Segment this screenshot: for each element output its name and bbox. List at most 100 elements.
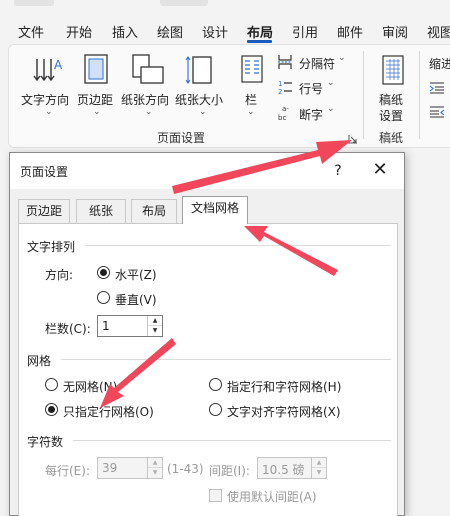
tab-file[interactable]: 文件	[18, 22, 44, 41]
svg-text:a-: a-	[282, 105, 289, 113]
ribbon-panel: A 文字方向 ⌄ 页边距 ⌄ 纸张方向 ⌄ 纸张大小 ⌄ 栏 ⌄ 分隔符 ⌄ 1…	[8, 44, 450, 148]
chevron-down-icon: ⌄	[93, 107, 101, 117]
line-numbers-label: 行号	[299, 82, 324, 96]
columns-count-stepper[interactable]: 1 ▲ ▼	[97, 315, 163, 337]
columns-count-value: 1	[102, 319, 110, 333]
vertical-label[interactable]: 垂直(V)	[115, 291, 157, 308]
dialog-launcher-icon	[348, 135, 357, 144]
tab-review[interactable]: 审阅	[382, 22, 408, 41]
snap-to-char-grid-label[interactable]: 文字对齐字符网格(X)	[227, 403, 341, 420]
tab-design[interactable]: 设计	[202, 22, 228, 41]
orientation-label: 纸张方向	[121, 93, 170, 107]
active-tab-indicator	[247, 40, 272, 43]
characters-section-label: 字符数	[27, 435, 64, 449]
orientation-icon	[132, 54, 164, 84]
tab-layout[interactable]: 布局	[131, 199, 177, 223]
decrement-arrow-icon[interactable]: ▼	[148, 326, 162, 336]
increment-arrow-icon[interactable]: ▲	[312, 458, 326, 468]
svg-text:bc: bc	[278, 114, 286, 121]
tab-document-grid[interactable]: 文档网格	[182, 196, 248, 224]
columns-label: 栏	[245, 93, 258, 107]
toolbar-fragment	[14, 0, 54, 6]
help-button[interactable]: ?	[326, 159, 350, 183]
chars-per-line-range: (1-43)	[167, 462, 204, 476]
increment-arrow-icon[interactable]: ▲	[148, 458, 162, 468]
tab-home[interactable]: 开始	[66, 22, 92, 41]
chars-per-line-label: 每行(E):	[45, 464, 90, 478]
tab-draw[interactable]: 绘图	[157, 22, 183, 41]
chevron-down-icon: ⌄	[327, 104, 335, 114]
stepper-buttons: ▲ ▼	[311, 458, 326, 478]
chevron-down-icon: ⌄	[327, 78, 335, 88]
chars-per-line-value: 39	[102, 461, 118, 475]
use-default-pitch-checkbox[interactable]	[209, 489, 222, 502]
indent-right-icon[interactable]	[429, 105, 445, 119]
dialog-title: 页面设置	[20, 165, 69, 179]
tab-margins[interactable]: 页边距	[18, 199, 70, 223]
snap-to-char-grid-radio[interactable]	[209, 403, 222, 416]
stepper-buttons: ▲ ▼	[147, 458, 162, 478]
line-numbers-icon: 1 2	[278, 80, 292, 95]
text-direction-label: 文字方向	[21, 93, 70, 107]
tab-mailings[interactable]: 邮件	[337, 22, 363, 41]
manuscript-icon	[382, 55, 404, 85]
line-grid-only-radio[interactable]	[45, 403, 58, 416]
chars-per-line-stepper[interactable]: 39 ▲ ▼	[97, 457, 163, 479]
hyphenation-label: 断字	[299, 108, 324, 122]
line-and-char-grid-radio[interactable]	[209, 378, 222, 391]
page-setup-group-label: 页面设置	[157, 131, 206, 145]
tab-references[interactable]: 引用	[292, 22, 318, 41]
manuscript-group-label: 稿纸	[379, 131, 404, 145]
line-and-char-grid-label[interactable]: 指定行和字符网格(H)	[227, 378, 341, 395]
chevron-down-icon: ⌄	[338, 53, 346, 63]
indent-left-icon[interactable]	[429, 81, 445, 95]
stepper-buttons: ▲ ▼	[147, 316, 162, 336]
tab-view[interactable]: 视图	[427, 22, 450, 41]
margins-icon	[84, 54, 108, 84]
section-divider	[61, 359, 391, 360]
line-grid-only-label[interactable]: 只指定行网格(O)	[63, 403, 154, 420]
dialog-titlebar: 页面设置 ? ✕	[10, 153, 404, 189]
ribbon-tab-bar: 文件 开始 插入 绘图 设计 布局 引用 邮件 审阅 视图	[0, 0, 450, 44]
chevron-down-icon: ⌄	[199, 107, 207, 117]
section-divider	[73, 440, 391, 441]
margins-label: 页边距	[77, 93, 114, 107]
indent-label: 缩进	[429, 57, 450, 71]
pitch-stepper[interactable]: 10.5 磅 ▲ ▼	[257, 457, 327, 479]
tab-layout[interactable]: 布局	[247, 22, 273, 41]
section-divider	[85, 245, 391, 246]
no-grid-label[interactable]: 无网格(N)	[63, 378, 117, 395]
decrement-arrow-icon[interactable]: ▼	[148, 468, 162, 478]
document-grid-panel: 文字排列 方向: 水平(Z) 垂直(V) 栏数(C): 1 ▲ ▼ 网格 无网格…	[18, 223, 398, 516]
close-button[interactable]: ✕	[368, 159, 392, 183]
columns-count-label: 栏数(C):	[45, 322, 91, 336]
text-flow-section-label: 文字排列	[27, 240, 76, 254]
pitch-label: 间距(I):	[209, 464, 250, 478]
page-setup-launcher[interactable]	[348, 133, 358, 144]
chevron-down-icon: ⌄	[247, 107, 255, 117]
page-size-icon	[185, 56, 212, 84]
svg-text:1: 1	[278, 80, 282, 88]
increment-arrow-icon[interactable]: ▲	[148, 316, 162, 326]
grid-section-label: 网格	[27, 354, 52, 368]
hyphenation-icon: a- bc	[278, 105, 289, 121]
tab-insert[interactable]: 插入	[112, 22, 138, 41]
no-grid-radio[interactable]	[45, 378, 58, 391]
chevron-down-icon: ⌄	[145, 107, 153, 117]
manuscript-label-1: 稿纸	[379, 93, 404, 107]
svg-text:A: A	[54, 58, 63, 72]
direction-label: 方向:	[45, 268, 74, 282]
horizontal-label[interactable]: 水平(Z)	[115, 266, 157, 283]
vertical-radio[interactable]	[97, 291, 110, 304]
tab-paper[interactable]: 纸张	[76, 199, 126, 223]
toolbar-fragment	[160, 0, 208, 6]
breaks-icon	[278, 55, 292, 69]
group-divider	[419, 51, 420, 139]
use-default-pitch-label[interactable]: 使用默认间距(A)	[227, 488, 317, 505]
page-setup-dialog: 页面设置 ? ✕ 页边距 纸张 布局 文档网格 文字排列 方向: 水平(Z) 垂…	[9, 152, 405, 516]
decrement-arrow-icon[interactable]: ▼	[312, 468, 326, 478]
chevron-down-icon: ⌄	[45, 107, 53, 117]
manuscript-label-2: 设置	[379, 109, 404, 123]
horizontal-radio[interactable]	[97, 266, 110, 279]
pitch-value: 10.5 磅	[262, 463, 305, 477]
